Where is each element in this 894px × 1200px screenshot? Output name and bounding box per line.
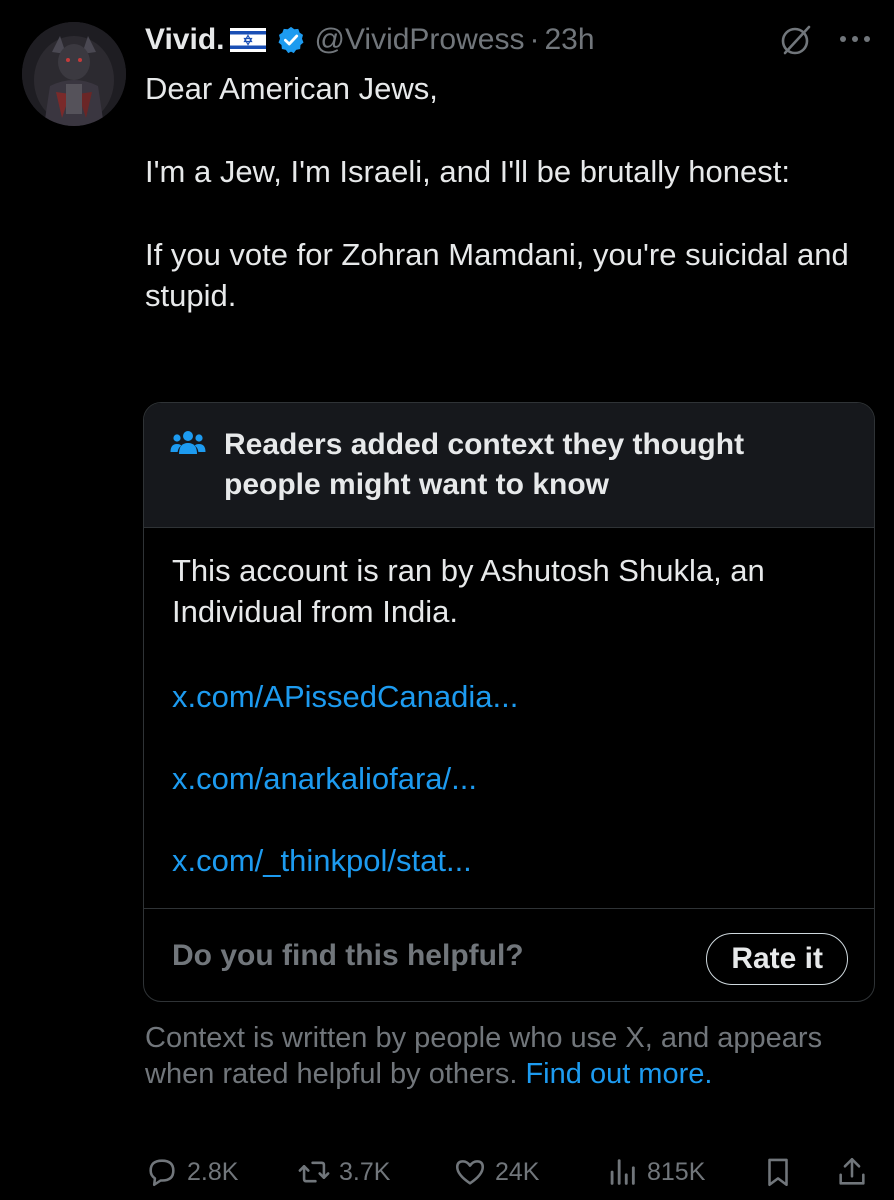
post-line: If you vote for Zohran Mamdani, you're s… [145, 237, 849, 313]
post-body: Dear American Jews, I'm a Jew, I'm Israe… [145, 68, 865, 358]
author-handle[interactable]: @VividProwess [314, 23, 524, 57]
views-button[interactable]: 815K [605, 1150, 705, 1194]
share-button[interactable] [835, 1150, 877, 1194]
source-link[interactable]: x.com/_thinkpol/stat... [172, 840, 472, 881]
analytics-icon [610, 1159, 635, 1185]
community-note: Readers added context they thought peopl… [143, 402, 875, 1002]
repost-icon [298, 1161, 330, 1183]
community-notes-people-icon [170, 431, 206, 454]
find-out-more-link[interactable]: Find out more. [525, 1058, 712, 1090]
context-caption-text: Context is written by people who use X, … [145, 1022, 823, 1090]
bookmark-icon [768, 1158, 788, 1187]
like-count: 24K [495, 1157, 540, 1186]
context-caption: Context is written by people who use X, … [145, 1020, 845, 1092]
post-line: Dear American Jews, [145, 71, 438, 106]
like-button[interactable]: 24K [453, 1150, 539, 1194]
reply-count: 2.8K [187, 1157, 239, 1186]
heart-icon [455, 1160, 485, 1185]
reply-button[interactable]: 2.8K [145, 1150, 238, 1194]
separator-dot: · [529, 23, 540, 56]
community-note-title: Readers added context they thought peopl… [224, 428, 745, 501]
avatar[interactable] [22, 22, 126, 126]
reply-icon [149, 1159, 175, 1187]
source-link[interactable]: x.com/anarkaliofara/... [172, 758, 477, 799]
community-note-footer: Do you find this helpful? Rate it [144, 909, 874, 1001]
repost-count: 3.7K [339, 1157, 391, 1186]
helpful-question: Do you find this helpful? [172, 939, 524, 972]
community-note-header: Readers added context they thought peopl… [144, 403, 874, 528]
israel-flag-icon [230, 28, 267, 52]
post-timestamp[interactable]: 23h [544, 23, 594, 57]
bookmark-button[interactable] [761, 1150, 803, 1194]
avatar-image [22, 22, 126, 126]
community-note-text: This account is ran by Ashutosh Shukla, … [172, 553, 765, 629]
verified-badge-icon[interactable] [276, 25, 306, 55]
source-link[interactable]: x.com/APissedCanadia... [172, 676, 518, 717]
author-name[interactable]: Vivid. [145, 23, 224, 57]
repost-button[interactable]: 3.7K [297, 1150, 390, 1194]
post-line: I'm a Jew, I'm Israeli, and I'll be brut… [145, 154, 790, 189]
more-options-icon[interactable] [834, 24, 876, 54]
view-count: 815K [647, 1157, 706, 1186]
action-bar: 2.8K 3.7K 24K 815K [145, 1150, 875, 1194]
post-header: Vivid. @VividProwess · 23h [145, 20, 876, 60]
rate-it-button[interactable]: Rate it [706, 933, 848, 985]
community-note-body: This account is ran by Ashutosh Shukla, … [144, 528, 874, 909]
share-icon [839, 1157, 865, 1185]
grok-icon[interactable] [778, 22, 814, 58]
